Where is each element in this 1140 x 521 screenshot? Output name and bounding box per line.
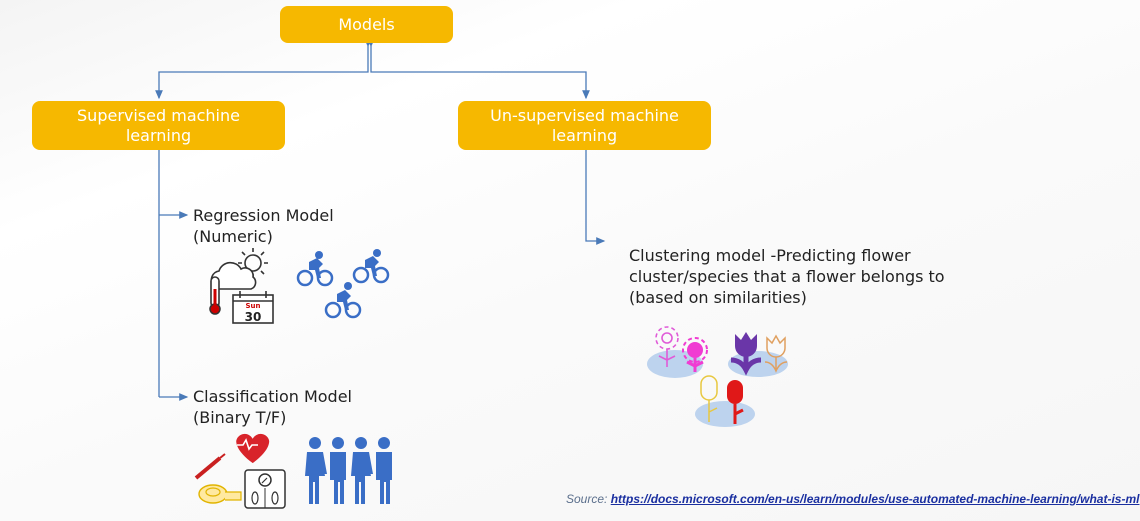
source-citation: Source: https://docs.microsoft.com/en-us… <box>566 492 1139 506</box>
supervised-node: Supervised machine learning <box>32 101 285 150</box>
regression-subtitle: (Numeric) <box>193 227 273 246</box>
source-prefix: Source: <box>566 492 608 506</box>
source-link[interactable]: https://docs.microsoft.com/en-us/learn/m… <box>611 492 1140 506</box>
connector-to-clustering <box>585 150 606 245</box>
unsupervised-label: Un-supervised machine learning <box>490 105 679 145</box>
regression-model-label: Regression Model (Numeric) <box>193 205 334 247</box>
models-label: Models <box>338 14 395 34</box>
health-metrics-icon <box>194 433 286 509</box>
connector-models-unsupervised <box>367 38 590 100</box>
connector-lines <box>155 38 606 401</box>
flower-clusters-icon <box>647 326 788 427</box>
unsupervised-node: Un-supervised machine learning <box>458 101 711 150</box>
classification-model-label: Classification Model (Binary T/F) <box>193 386 352 428</box>
models-node: Models <box>280 6 453 43</box>
cyclists-icon <box>296 249 390 319</box>
clustering-model-label: Clustering model -Predicting flower clus… <box>629 246 945 307</box>
classification-subtitle: (Binary T/F) <box>193 408 287 427</box>
connector-models-supervised <box>155 38 372 100</box>
regression-title: Regression Model <box>193 206 334 225</box>
classification-title: Classification Model <box>193 387 352 406</box>
weather-thermometer-calendar-icon: Sun 30 <box>209 248 274 324</box>
supervised-label: Supervised machine learning <box>77 105 240 145</box>
calendar-date: 30 <box>245 310 262 324</box>
people-group-icon <box>305 437 392 504</box>
calendar-day: Sun <box>245 302 260 310</box>
